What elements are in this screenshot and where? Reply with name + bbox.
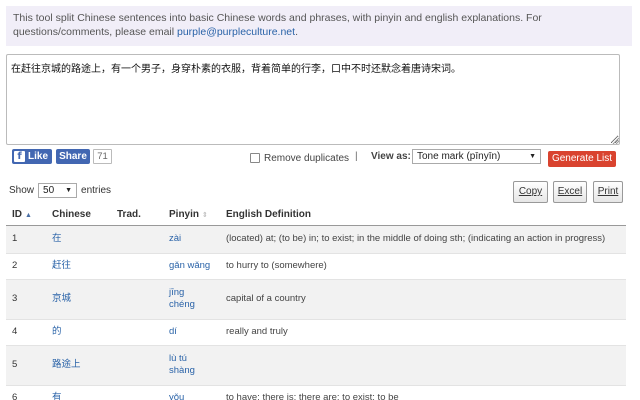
table-row: 5 路途上 lù tú shàng: [6, 344, 626, 385]
copy-button[interactable]: Copy: [513, 181, 548, 203]
info-notice: This tool split Chinese sentences into b…: [6, 6, 632, 46]
notice-end: .: [295, 26, 298, 38]
cell-definition: to hurry to (somewhere): [220, 252, 626, 279]
print-button[interactable]: Print: [593, 181, 623, 203]
chinese-text-input[interactable]: 在赶往京城的路途上，有一个男子，身穿朴素的衣服，背着简单的行李，口中不时还默念着…: [6, 54, 620, 145]
chevron-down-icon: ▼: [529, 153, 536, 160]
sort-both-icon: ⇕: [202, 212, 208, 220]
table-header-row: ID ▲ Chinese Trad. Pinyin ⇕ English Defini…: [6, 205, 626, 226]
header-pinyin[interactable]: Pinyin ⇕: [163, 205, 220, 226]
table-row: 1 在 zài (located) at; (to be) in; to exi…: [6, 224, 626, 253]
header-id[interactable]: ID ▲: [6, 205, 46, 226]
cell-pinyin: jīng chéng: [163, 278, 220, 319]
excel-button[interactable]: Excel: [553, 181, 587, 203]
cell-id: 2: [6, 252, 46, 279]
cell-pinyin: lù tú shàng: [163, 344, 220, 385]
cell-chinese-link[interactable]: 京城: [46, 278, 111, 319]
cell-definition: to have; there is; there are; to exist; …: [220, 384, 626, 400]
cell-id: 4: [6, 318, 46, 345]
cell-pinyin: yǒu: [163, 384, 220, 400]
remove-duplicates-checkbox[interactable]: [250, 153, 260, 163]
like-label: Like: [28, 151, 49, 162]
cell-pinyin: gǎn wǎng: [163, 252, 220, 279]
facebook-like-button[interactable]: f Like: [12, 149, 52, 164]
header-trad[interactable]: Trad.: [111, 205, 163, 226]
word-list-table: ID ▲ Chinese Trad. Pinyin ⇕ English Defini…: [6, 205, 626, 400]
header-id-label: ID: [12, 209, 22, 221]
cell-trad: [111, 252, 163, 279]
cell-id: 3: [6, 278, 46, 319]
cell-trad: [111, 278, 163, 319]
cell-trad: [111, 384, 163, 400]
cell-chinese-link[interactable]: 在: [46, 224, 111, 253]
cell-id: 5: [6, 344, 46, 385]
chevron-down-icon: ▼: [65, 187, 73, 194]
header-definition[interactable]: English Definition: [220, 205, 626, 226]
entries-select[interactable]: 50 ▼: [38, 183, 78, 198]
cell-definition: really and truly: [220, 318, 626, 345]
table-row: 6 有 yǒu to have; there is; there are; to…: [6, 384, 626, 400]
show-label: Show: [9, 185, 35, 196]
cell-trad: [111, 318, 163, 345]
sort-asc-icon: ▲: [25, 212, 32, 220]
header-trad-label: Trad.: [117, 209, 141, 221]
view-as-select[interactable]: Tone mark (pīnyīn) ▼: [412, 149, 541, 164]
cell-chinese-link[interactable]: 有: [46, 384, 111, 400]
table-row: 4 的 dí really and truly: [6, 318, 626, 345]
cell-definition: capital of a country: [220, 278, 626, 319]
cell-chinese-link[interactable]: 赶往: [46, 252, 111, 279]
contact-email-link[interactable]: purple@purpleculture.net: [177, 26, 295, 38]
cell-pinyin: zài: [163, 224, 220, 253]
view-as-value: Tone mark (pīnyīn): [417, 151, 501, 162]
facebook-share-button[interactable]: Share: [56, 149, 90, 164]
cell-trad: [111, 224, 163, 253]
header-chinese-label: Chinese: [52, 209, 91, 221]
cell-id: 6: [6, 384, 46, 400]
cell-definition: (located) at; (to be) in; to exist; in t…: [220, 224, 626, 253]
facebook-icon: f: [14, 151, 25, 162]
header-definition-label: English Definition: [226, 209, 311, 221]
cell-pinyin: dí: [163, 318, 220, 345]
entries-label: entries: [81, 185, 112, 196]
cell-trad: [111, 344, 163, 385]
view-as-label: View as:: [371, 151, 411, 162]
resize-grip-icon[interactable]: [612, 137, 619, 144]
header-chinese[interactable]: Chinese: [46, 205, 111, 226]
table-row: 2 赶往 gǎn wǎng to hurry to (somewhere): [6, 252, 626, 279]
share-count: 71: [93, 149, 112, 164]
cell-chinese-link[interactable]: 路途上: [46, 344, 111, 385]
options-separator: |: [355, 151, 358, 162]
generate-list-button[interactable]: Generate List: [548, 151, 616, 167]
table-row: 3 京城 jīng chéng capital of a country: [6, 278, 626, 319]
entries-value: 50: [43, 185, 55, 196]
cell-chinese-link[interactable]: 的: [46, 318, 111, 345]
cell-id: 1: [6, 224, 46, 253]
entries-length-control: Show 50 ▼ entries: [9, 183, 111, 198]
header-pinyin-label: Pinyin: [169, 209, 200, 221]
remove-duplicates-label: Remove duplicates: [264, 152, 350, 164]
remove-duplicates-option[interactable]: Remove duplicates: [250, 151, 349, 165]
cell-definition: [220, 344, 626, 385]
